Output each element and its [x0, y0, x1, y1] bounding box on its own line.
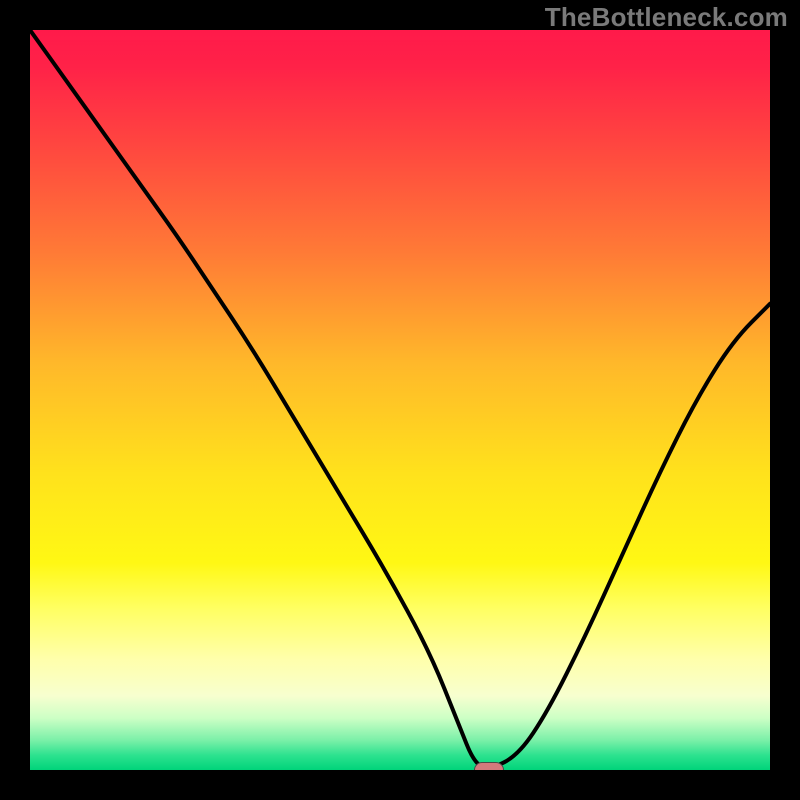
bottleneck-curve: [30, 30, 770, 770]
bottleneck-chart: TheBottleneck.com: [0, 0, 800, 800]
watermark-text: TheBottleneck.com: [545, 2, 788, 33]
plot-area: [30, 30, 770, 770]
optimal-point-marker: [474, 762, 504, 770]
